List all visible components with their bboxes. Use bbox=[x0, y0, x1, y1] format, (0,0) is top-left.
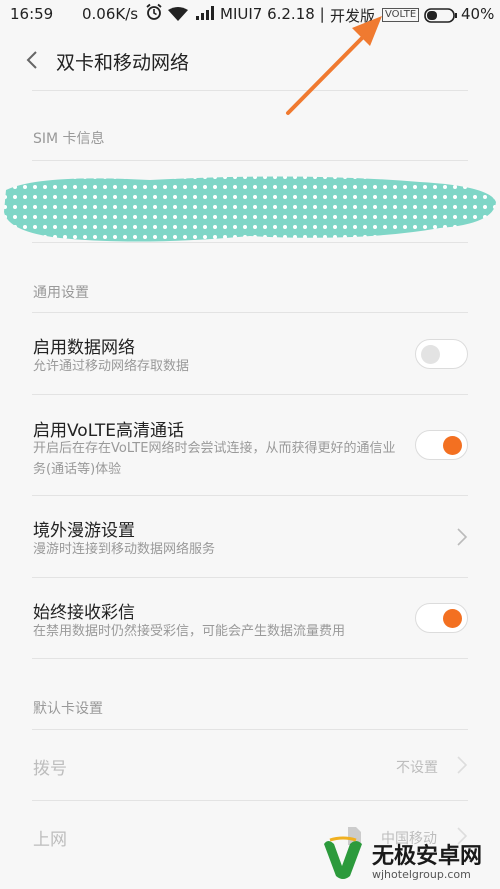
setting-title: 启用数据网络 bbox=[33, 338, 135, 358]
watermark-url: wjhotelgroup.com bbox=[372, 868, 471, 881]
wifi-icon bbox=[168, 7, 188, 25]
setting-row-mms[interactable]: 始终接收彩信 在禁用数据时仍然接受彩信，可能会产生数据流量费用 bbox=[0, 578, 500, 658]
volte-toggle[interactable] bbox=[415, 430, 468, 460]
back-button[interactable] bbox=[22, 48, 44, 72]
setting-row-volte[interactable]: 启用VoLTE高清通话 开启后在存在VoLTE网络时会尝试连接，从而获得更好的通… bbox=[0, 395, 500, 495]
setting-title: 上网 bbox=[33, 830, 67, 850]
page-title: 双卡和移动网络 bbox=[56, 52, 190, 74]
divider bbox=[32, 160, 468, 161]
status-bar: 16:59 0.06K/s MIUI7 6.2.18 | 开发版 VOLTE 4… bbox=[0, 0, 500, 30]
setting-subtitle: 允许通过移动网络存取数据 bbox=[33, 359, 190, 374]
battery-icon bbox=[424, 8, 458, 27]
section-general: 通用设置 bbox=[33, 285, 89, 301]
setting-subtitle: 在禁用数据时仍然接受彩信，可能会产生数据流量费用 bbox=[33, 624, 346, 639]
alarm-icon bbox=[145, 3, 163, 25]
header-divider bbox=[32, 90, 468, 91]
data-network-toggle[interactable] bbox=[415, 339, 468, 369]
toggle-knob bbox=[443, 436, 462, 455]
chevron-right-icon bbox=[457, 528, 468, 546]
setting-title: 始终接收彩信 bbox=[33, 603, 135, 623]
section-default-card: 默认卡设置 bbox=[33, 701, 103, 717]
signal-icon bbox=[196, 6, 214, 24]
network-speed: 0.06K/s bbox=[82, 5, 139, 23]
section-sim-info: SIM 卡信息 bbox=[33, 131, 105, 147]
setting-subtitle: 漫游时连接到移动数据网络服务 bbox=[33, 542, 216, 557]
page-header: 双卡和移动网络 bbox=[0, 30, 500, 90]
setting-row-roaming[interactable]: 境外漫游设置 漫游时连接到移动数据网络服务 bbox=[0, 496, 500, 577]
annotation-arrow bbox=[286, 16, 382, 115]
status-time: 16:59 bbox=[10, 5, 54, 23]
setting-subtitle: 开启后在存在VoLTE网络时会尝试连接，从而获得更好的通信业务(通话等)体验 bbox=[33, 441, 396, 477]
setting-row-data-network[interactable]: 启用数据网络 允许通过移动网络存取数据 bbox=[0, 313, 500, 394]
watermark-logo-icon bbox=[324, 836, 362, 879]
divider bbox=[32, 658, 468, 659]
toggle-knob bbox=[421, 345, 440, 364]
chevron-left-icon bbox=[26, 51, 37, 69]
watermark: 无极安卓网 wjhotelgroup.com bbox=[320, 830, 500, 889]
setting-value: 不设置 bbox=[396, 760, 438, 776]
divider bbox=[32, 242, 468, 243]
redacted-sim-info bbox=[4, 176, 496, 242]
battery-percent: 40% bbox=[461, 5, 495, 23]
setting-title: 拨号 bbox=[33, 759, 67, 779]
toggle-knob bbox=[443, 609, 462, 628]
setting-title: 境外漫游设置 bbox=[33, 521, 135, 541]
setting-row-dial[interactable]: 拨号 不设置 bbox=[0, 730, 500, 800]
chevron-right-icon bbox=[457, 756, 468, 774]
mms-toggle[interactable] bbox=[415, 603, 468, 633]
watermark-title: 无极安卓网 bbox=[372, 844, 483, 869]
